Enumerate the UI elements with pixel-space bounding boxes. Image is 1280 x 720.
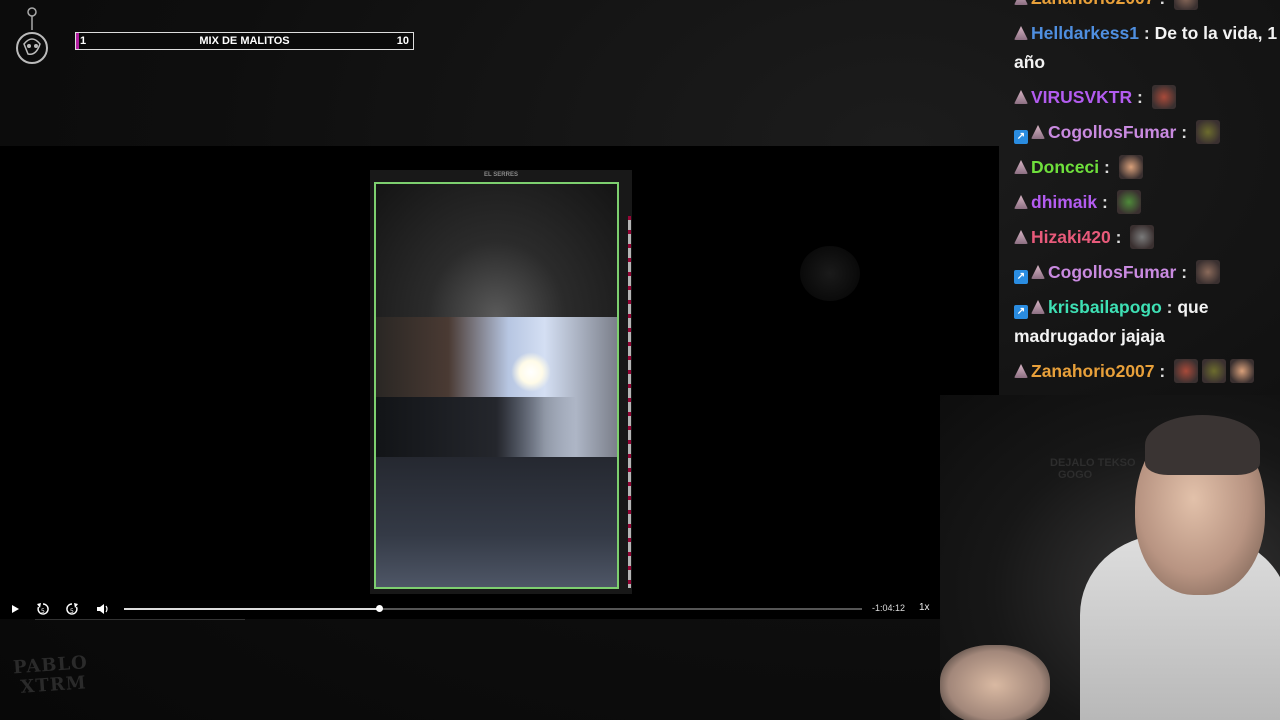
forward-icon[interactable]: 5	[64, 601, 80, 617]
chat-username[interactable]: dhimaik	[1031, 192, 1097, 212]
chat-username[interactable]: Hizaki420	[1031, 227, 1111, 247]
chat-emote-icon	[1195, 260, 1220, 284]
background-shadow	[800, 246, 860, 301]
light-glare	[511, 352, 551, 392]
chat-message: Donceci :	[1008, 153, 1280, 182]
streamer-hand	[940, 645, 1050, 720]
chat-colon: :	[1099, 157, 1115, 177]
chat-emote-icon	[1118, 155, 1143, 179]
chat-colon: :	[1161, 297, 1178, 317]
prime-badge-icon: ↗	[1014, 130, 1028, 144]
mod-badge-icon	[1014, 90, 1028, 104]
streamer-webcam: DEJALO TEKSO GOGO	[940, 395, 1280, 720]
mod-badge-icon	[1031, 300, 1045, 314]
player-controls: 5 5 -1:04:12 1x	[0, 598, 999, 620]
rewind-icon[interactable]: 5	[35, 601, 51, 617]
side-stripe	[628, 216, 631, 588]
video-content	[374, 182, 619, 589]
chat-colon: :	[1097, 192, 1113, 212]
svg-text:5: 5	[41, 608, 45, 615]
chat-username[interactable]: CogollosFumar	[1048, 122, 1176, 142]
chat-message: Helldarkess1 : De to la vida, 1 año	[1008, 19, 1280, 77]
bottom-logo-line2: XTRM	[19, 672, 88, 698]
controls-underline	[35, 619, 245, 620]
chat-message: VIRUSVKTR :	[1008, 83, 1280, 112]
watermark-line2: GOGO	[1058, 469, 1093, 481]
mod-badge-icon	[1031, 125, 1045, 139]
dark-shape	[376, 397, 576, 457]
streamer-hair	[1145, 415, 1260, 475]
channel-logo-icon	[16, 7, 48, 64]
video-bottom-region	[376, 457, 617, 587]
chat-emote-icon	[1130, 225, 1155, 249]
chat-colon: :	[1154, 361, 1171, 381]
chat-username[interactable]: VIRUSVKTR	[1031, 87, 1132, 107]
chat-panel: Zanahorio2007 : Helldarkess1 : De to la …	[1008, 0, 1280, 394]
time-remaining: -1:04:12	[872, 603, 906, 613]
chat-username[interactable]: Zanahorio2007	[1031, 0, 1155, 8]
prime-badge-icon: ↗	[1014, 305, 1028, 319]
playback-speed-button[interactable]: 1x	[919, 602, 930, 613]
video-top-region	[376, 184, 617, 317]
prime-badge-icon: ↗	[1014, 270, 1028, 284]
chat-username[interactable]: Helldarkess1	[1031, 23, 1139, 43]
play-icon[interactable]	[7, 601, 23, 617]
progress-end-label: 10	[396, 35, 409, 47]
mod-badge-icon	[1014, 160, 1028, 174]
video-header-label: EL SERRES	[484, 172, 518, 178]
chat-username[interactable]: Zanahorio2007	[1031, 361, 1155, 381]
chat-emote-icon	[1230, 359, 1255, 383]
chat-message: dhimaik :	[1008, 188, 1280, 217]
chat-username[interactable]: CogollosFumar	[1048, 262, 1176, 282]
mix-progress-bar: 1 MIX DE MALITOS 10	[75, 32, 414, 50]
chat-message: Hizaki420 :	[1008, 223, 1280, 252]
chat-username[interactable]: krisbailapogo	[1048, 297, 1162, 317]
chat-colon: :	[1132, 87, 1148, 107]
chat-username[interactable]: Donceci	[1031, 157, 1099, 177]
chat-colon: :	[1176, 262, 1192, 282]
watermark-line1: DEJALO TEKSO	[1050, 457, 1136, 469]
chat-message: Zanahorio2007 :	[1008, 0, 1280, 13]
video-mid-region	[376, 317, 617, 457]
progress-title: MIX DE MALITOS	[199, 35, 290, 47]
mod-badge-icon	[1014, 195, 1028, 209]
mod-badge-icon	[1031, 265, 1045, 279]
mod-badge-icon	[1014, 0, 1028, 5]
chat-colon: :	[1176, 122, 1192, 142]
chat-message: ↗ krisbailapogo : que madrugador jajaja	[1008, 293, 1280, 351]
svg-text:5: 5	[70, 608, 74, 615]
chat-emote-icon	[1151, 85, 1176, 109]
chat-emote-icon	[1174, 359, 1199, 383]
seek-progress	[124, 608, 379, 610]
chat-emote-icon	[1202, 359, 1227, 383]
mod-badge-icon	[1014, 26, 1028, 40]
mod-badge-icon	[1014, 364, 1028, 378]
chat-message: Zanahorio2007 :	[1008, 357, 1280, 386]
chat-emote-icon	[1195, 120, 1220, 144]
bottom-channel-logo: PABLO XTRM	[12, 652, 88, 704]
volume-icon[interactable]	[94, 601, 110, 617]
chat-colon: :	[1139, 23, 1155, 43]
webcam-watermark: DEJALO TEKSO GOGO	[1050, 457, 1136, 481]
mod-badge-icon	[1014, 230, 1028, 244]
chat-colon: :	[1155, 0, 1171, 8]
chat-emote-icon	[1116, 190, 1141, 214]
seek-handle[interactable]	[375, 605, 383, 612]
chat-message: ↗ CogollosFumar :	[1008, 258, 1280, 287]
chat-emote-icon	[1174, 0, 1199, 10]
seek-bar[interactable]	[124, 605, 862, 612]
video-player[interactable]: EL SERRES 5 5 -1:04:12 1x	[0, 146, 999, 620]
chat-colon: :	[1110, 227, 1127, 247]
chat-message: ↗ CogollosFumar :	[1008, 118, 1280, 147]
vertical-video-frame: EL SERRES	[370, 170, 632, 594]
